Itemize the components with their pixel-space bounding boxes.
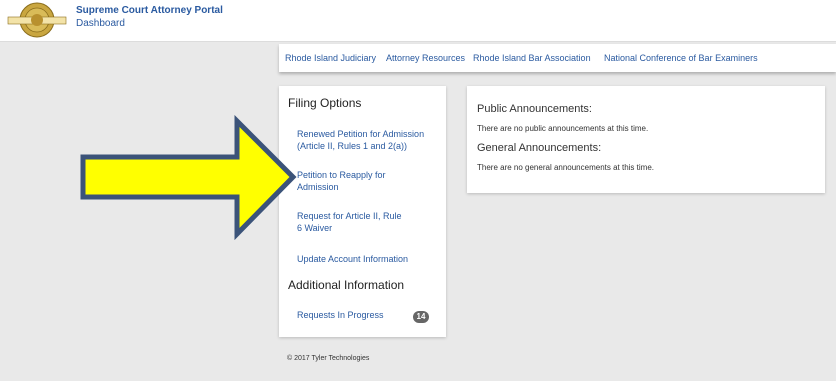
filing-options-heading: Filing Options xyxy=(288,96,362,110)
public-announcements-text: There are no public announcements at thi… xyxy=(477,124,649,133)
general-announcements-text: There are no general announcements at th… xyxy=(477,163,654,172)
renewed-petition-link[interactable]: Renewed Petition for Admission (Article … xyxy=(297,128,437,152)
rule6-waiver-link[interactable]: Request for Article II, Rule 6 Waiver xyxy=(297,210,407,234)
public-announcements-heading: Public Announcements: xyxy=(477,103,592,115)
portal-title: Supreme Court Attorney Portal xyxy=(76,5,223,16)
additional-info-heading: Additional Information xyxy=(288,278,405,292)
general-announcements-heading: General Announcements: xyxy=(477,142,602,154)
nav-link-ncbe[interactable]: National Conference of Bar Examiners xyxy=(604,53,758,63)
update-account-link[interactable]: Update Account Information xyxy=(297,253,437,265)
requests-count-badge: 14 xyxy=(413,311,429,323)
court-seal-logo[interactable] xyxy=(7,2,67,38)
nav-link-ri-judiciary[interactable]: Rhode Island Judiciary xyxy=(285,53,376,63)
announcements-card: Public Announcements: There are no publi… xyxy=(467,86,825,193)
reapply-petition-link[interactable]: Petition to Reapply for Admission xyxy=(297,169,407,193)
nav-bar: Rhode Island Judiciary Attorney Resource… xyxy=(279,44,836,72)
filing-options-card: Filing Options Renewed Petition for Admi… xyxy=(279,86,446,337)
top-bar: Supreme Court Attorney Portal Dashboard xyxy=(0,0,836,42)
nav-link-attorney-resources[interactable]: Attorney Resources xyxy=(386,53,465,63)
dashboard-link[interactable]: Dashboard xyxy=(76,18,125,29)
nav-link-ri-bar-association[interactable]: Rhode Island Bar Association xyxy=(473,53,591,63)
pointer-arrow-icon xyxy=(80,115,297,240)
footer-copyright: © 2017 Tyler Technologies xyxy=(287,355,370,362)
